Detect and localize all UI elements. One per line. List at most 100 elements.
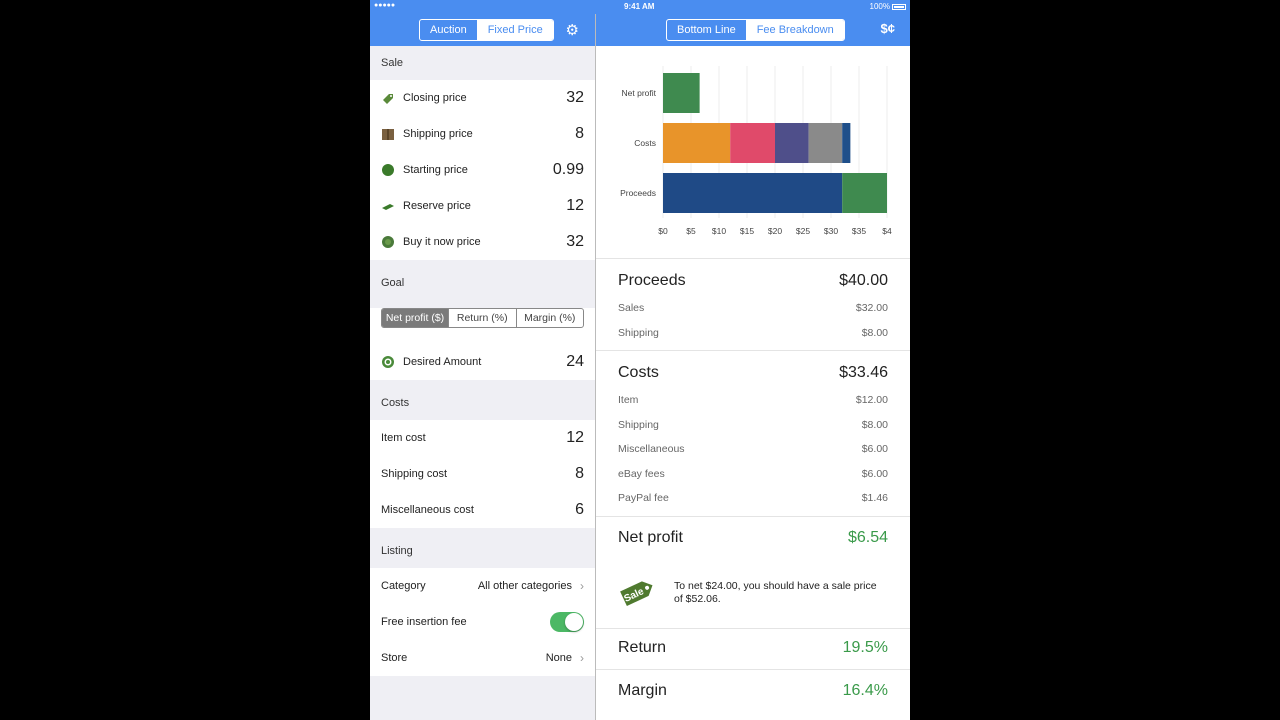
category-label: Category — [381, 580, 426, 592]
bar-segment — [663, 123, 731, 163]
goal-net-profit[interactable]: Net profit ($) — [382, 309, 448, 327]
item-cost-row[interactable]: Item cost 12 — [370, 420, 595, 456]
x-tick-label: $4 — [882, 226, 892, 236]
x-tick-label: $20 — [768, 226, 782, 236]
item-line: Item $12.00 — [618, 394, 888, 406]
free-insertion-label: Free insertion fee — [381, 616, 467, 628]
closing-price-row[interactable]: Closing price 32 — [370, 80, 595, 116]
section-header-goal: Goal — [381, 277, 405, 289]
tab-bottom-line[interactable]: Bottom Line — [667, 20, 746, 40]
shipping-cost-value[interactable]: 8 — [575, 465, 584, 483]
free-insertion-toggle[interactable] — [550, 612, 584, 632]
misc-line: Miscellaneous $6.00 — [618, 443, 888, 455]
proceeds-shipping-value: $8.00 — [861, 327, 888, 339]
sales-label: Sales — [618, 302, 645, 314]
item-cost-value[interactable]: 12 — [566, 429, 584, 447]
cost-shipping-line: Shipping $8.00 — [618, 419, 888, 431]
starting-price-label: Starting price — [403, 164, 468, 176]
proceeds-shipping-label: Shipping — [618, 327, 659, 339]
section-header-listing: Listing — [381, 545, 413, 557]
free-insertion-row: Free insertion fee — [370, 604, 595, 640]
proceeds-separator — [596, 350, 910, 351]
tab-fee-breakdown[interactable]: Fee Breakdown — [745, 20, 844, 40]
goal-segment: Net profit ($) Return (%) Margin (%) — [381, 308, 584, 328]
sale-group: Closing price 32 Shipping price 8 Starti… — [370, 80, 595, 260]
x-tick-label: $30 — [824, 226, 838, 236]
reserve-price-row[interactable]: Reserve price 12 — [370, 188, 595, 224]
category-label: Costs — [634, 138, 656, 148]
x-tick-label: $15 — [740, 226, 754, 236]
margin-value: 16.4% — [842, 682, 888, 699]
tag-flat-icon — [382, 204, 394, 210]
misc-label: Miscellaneous — [618, 443, 685, 455]
x-tick-label: $5 — [686, 226, 696, 236]
category-row[interactable]: Category All other categories › — [370, 568, 595, 604]
store-row[interactable]: Store None › — [370, 640, 595, 676]
chevron-right-icon: › — [580, 579, 584, 593]
app-window: ●●●●● 9:41 AM 100% Auction Fixed Price ⚙… — [370, 0, 910, 720]
category-value: All other categories — [477, 580, 572, 592]
misc-value: $6.00 — [861, 443, 888, 455]
proceeds-shipping-line: Shipping $8.00 — [618, 327, 888, 339]
tab-auction[interactable]: Auction — [420, 20, 477, 40]
bar-segment — [842, 173, 887, 213]
bar-segment — [663, 173, 843, 213]
bar-segment — [842, 123, 851, 163]
buy-it-now-value[interactable]: 32 — [566, 233, 584, 251]
desired-amount-row[interactable]: Desired Amount 24 — [370, 344, 595, 380]
battery-indicator: 100% — [870, 2, 906, 11]
status-bar: ●●●●● 9:41 AM 100% — [370, 0, 910, 14]
starting-price-value[interactable]: 0.99 — [553, 161, 584, 179]
goal-return[interactable]: Return (%) — [448, 309, 516, 327]
misc-cost-row[interactable]: Miscellaneous cost 6 — [370, 492, 595, 528]
proceeds-label: Proceeds — [618, 272, 686, 289]
cost-shipping-label: Shipping — [618, 419, 659, 431]
view-segment: Bottom Line Fee Breakdown — [666, 19, 845, 41]
right-navbar: Bottom Line Fee Breakdown $¢ — [596, 14, 910, 46]
costs-label: Costs — [618, 364, 659, 381]
costs-group: Item cost 12 Shipping cost 8 Miscellaneo… — [370, 420, 595, 528]
misc-cost-value[interactable]: 6 — [575, 501, 584, 519]
input-panel: Sale Closing price 32 Shipping price 8 S… — [370, 46, 595, 720]
shipping-price-label: Shipping price — [403, 128, 473, 140]
starting-price-row[interactable]: Starting price 0.99 — [370, 152, 595, 188]
proceeds-value: $40.00 — [839, 272, 888, 289]
shipping-cost-row[interactable]: Shipping cost 8 — [370, 456, 595, 492]
return-label: Return — [618, 639, 667, 656]
section-header-sale: Sale — [381, 57, 404, 69]
tag-icon — [383, 94, 393, 104]
net-profit-value: $6.54 — [847, 529, 888, 546]
battery-icon — [892, 3, 906, 10]
closing-price-value[interactable]: 32 — [566, 89, 584, 107]
reserve-price-value[interactable]: 12 — [566, 197, 584, 215]
bar-segment — [808, 123, 843, 163]
closing-price-label: Closing price — [403, 92, 467, 104]
chevron-right-icon: › — [580, 651, 584, 665]
desired-amount-value[interactable]: 24 — [566, 353, 584, 371]
costs-line: Costs $33.46 — [618, 364, 888, 382]
item-cost-label: Item cost — [381, 432, 426, 444]
target-icon — [382, 356, 394, 368]
gear-icon[interactable]: ⚙ — [566, 21, 579, 39]
fee-breakdown-chart: $0 $5 $10 $15 $20 $25 $30 $35 $4 Net profit Costs P… — [620, 66, 892, 236]
shipping-price-row[interactable]: Shipping price 8 — [370, 116, 595, 152]
ebay-value: $6.00 — [861, 468, 888, 480]
net-profit-line: Net profit $6.54 — [618, 529, 888, 547]
sale-tag-icon: Sale — [620, 581, 653, 607]
return-separator — [596, 669, 910, 670]
goal-margin[interactable]: Margin (%) — [515, 309, 584, 327]
shipping-price-value[interactable]: 8 — [575, 125, 584, 143]
bar-segment — [775, 123, 809, 163]
costs-separator — [596, 516, 910, 517]
category-label: Proceeds — [620, 188, 656, 198]
buy-it-now-row[interactable]: Buy it now price 32 — [370, 224, 595, 260]
bar-segment — [663, 73, 700, 113]
paypal-value: $1.46 — [861, 492, 888, 504]
goal-segment-wrap: Net profit ($) Return (%) Margin (%) — [370, 308, 595, 344]
store-value: None — [545, 652, 572, 664]
currency-icon[interactable]: $¢ — [881, 21, 895, 36]
return-value: 19.5% — [842, 639, 888, 656]
misc-cost-label: Miscellaneous cost — [381, 504, 474, 516]
tab-fixed-price[interactable]: Fixed Price — [476, 20, 553, 40]
margin-label: Margin — [618, 682, 667, 699]
